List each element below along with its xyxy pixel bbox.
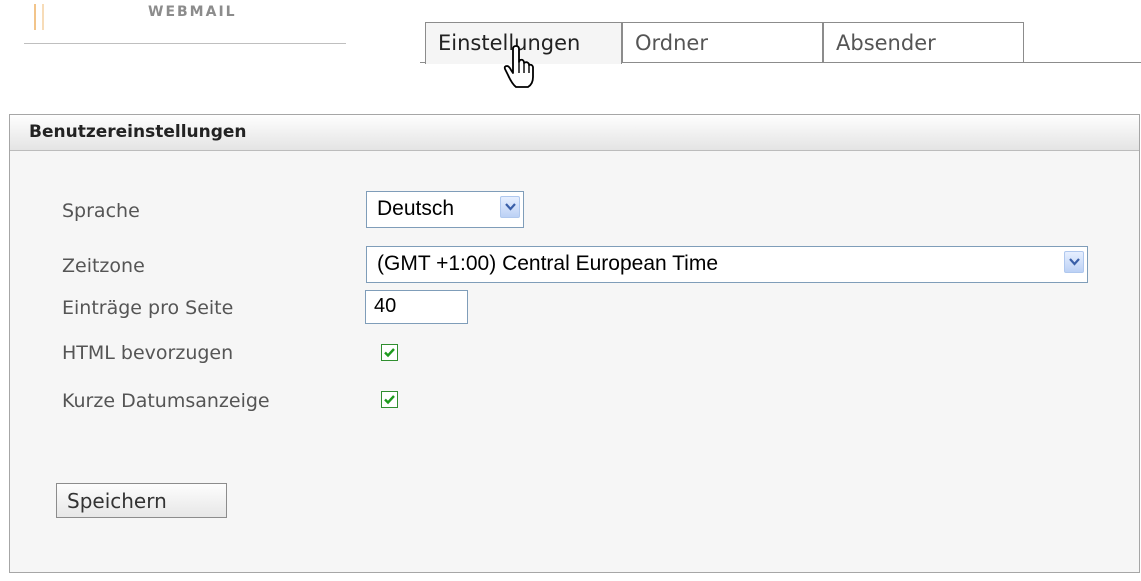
hand-cursor-icon [503,45,534,88]
webmail-logo: WEBMAIL [24,0,346,44]
prefer-html-checkbox[interactable] [381,344,398,361]
checkmark-icon [384,395,395,405]
prefer-html-label: HTML bevorzugen [62,342,234,364]
logo-bars [34,4,44,30]
timezone-label: Zeitzone [62,255,145,277]
language-label: Sprache [62,200,140,222]
timezone-select[interactable]: (GMT +1:00) Central European Time [366,246,1088,283]
save-button[interactable]: Speichern [56,483,227,518]
checkmark-icon [384,348,395,358]
short-date-label: Kurze Datumsanzeige [62,390,270,412]
timezone-value: (GMT +1:00) Central European Time [377,252,719,275]
entries-per-page-input[interactable]: 40 [365,290,468,324]
entries-per-page-label: Einträge pro Seite [62,297,234,319]
language-select[interactable]: Deutsch [366,191,524,228]
logo-text: WEBMAIL [148,4,237,20]
tab-ordner[interactable]: Ordner [622,22,823,62]
panel-title: Benutzereinstellungen [10,115,1139,151]
short-date-checkbox[interactable] [381,391,398,408]
language-dropdown-arrow-icon[interactable] [500,196,520,218]
timezone-dropdown-arrow-icon[interactable] [1064,251,1084,273]
tab-absender[interactable]: Absender [823,22,1024,62]
language-value: Deutsch [377,197,455,220]
